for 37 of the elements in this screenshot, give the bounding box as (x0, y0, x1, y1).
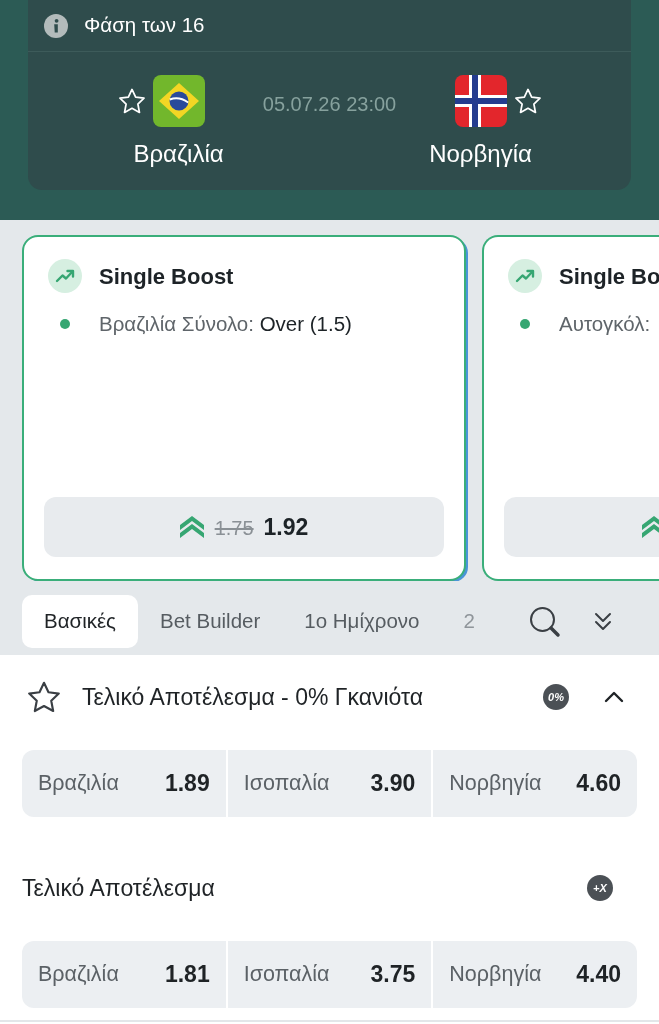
flag-icon (454, 75, 507, 127)
double-chevron-up-icon (179, 515, 204, 539)
stage-label: Φάση των 16 (84, 12, 205, 39)
trend-up-icon (508, 259, 542, 293)
flag-icon (152, 75, 205, 127)
double-chevron-up-icon (642, 515, 659, 539)
boost-odds-button[interactable]: 1.75 1.92 (44, 497, 444, 557)
odds-button[interactable]: Νορβηγία 4.60 (433, 750, 637, 817)
boost-title: Single Boost (99, 262, 234, 291)
odds-button[interactable]: Ισοπαλία 3.75 (227, 941, 432, 1008)
boost-title: Single Bo (559, 262, 659, 291)
odds-button[interactable]: Βραζιλία 1.81 (22, 941, 226, 1008)
tab[interactable]: Βασικές (22, 595, 138, 648)
odds-button[interactable]: Νορβηγία 4.40 (433, 941, 637, 1008)
boost-card[interactable]: Single Boost Βραζιλία Σύνολο: Over (1.5) 1.75 1.92 (22, 235, 466, 581)
odds-button[interactable]: Βραζιλία 1.89 (22, 750, 226, 817)
search-icon (529, 605, 561, 638)
info-icon[interactable] (44, 13, 68, 38)
trend-up-icon (48, 259, 82, 293)
selection-text: Αυτογκόλ: (559, 312, 651, 336)
market-badge[interactable]: 0% (543, 684, 569, 710)
market-badge[interactable]: +X (587, 875, 613, 901)
odds-button[interactable]: Ισοπαλία 3.90 (227, 750, 432, 817)
boost-card[interactable]: Single Bo Αυτογκόλ: (482, 235, 659, 581)
team-name: Νορβηγία (429, 141, 532, 167)
double-chevron-down-icon (594, 611, 612, 632)
tab[interactable]: Bet Builder (138, 595, 283, 648)
market-title: Τελικό Αποτέλεσμα - 0% Γκανιότα (82, 682, 424, 712)
bullet-dot-icon (520, 319, 530, 329)
team-name: Βραζιλία (133, 141, 224, 167)
bullet-dot-icon (60, 319, 70, 329)
selection-text: Βραζιλία Σύνολο: Over (1.5) (99, 312, 352, 336)
tab[interactable]: 1ο Ημίχρονο (282, 595, 442, 648)
chevron-up-icon[interactable] (604, 691, 624, 703)
star-icon[interactable] (28, 681, 60, 713)
market-title: Τελικό Αποτέλεσμα (22, 873, 215, 903)
match-date: 05.07.26 23:00 (261, 92, 398, 116)
